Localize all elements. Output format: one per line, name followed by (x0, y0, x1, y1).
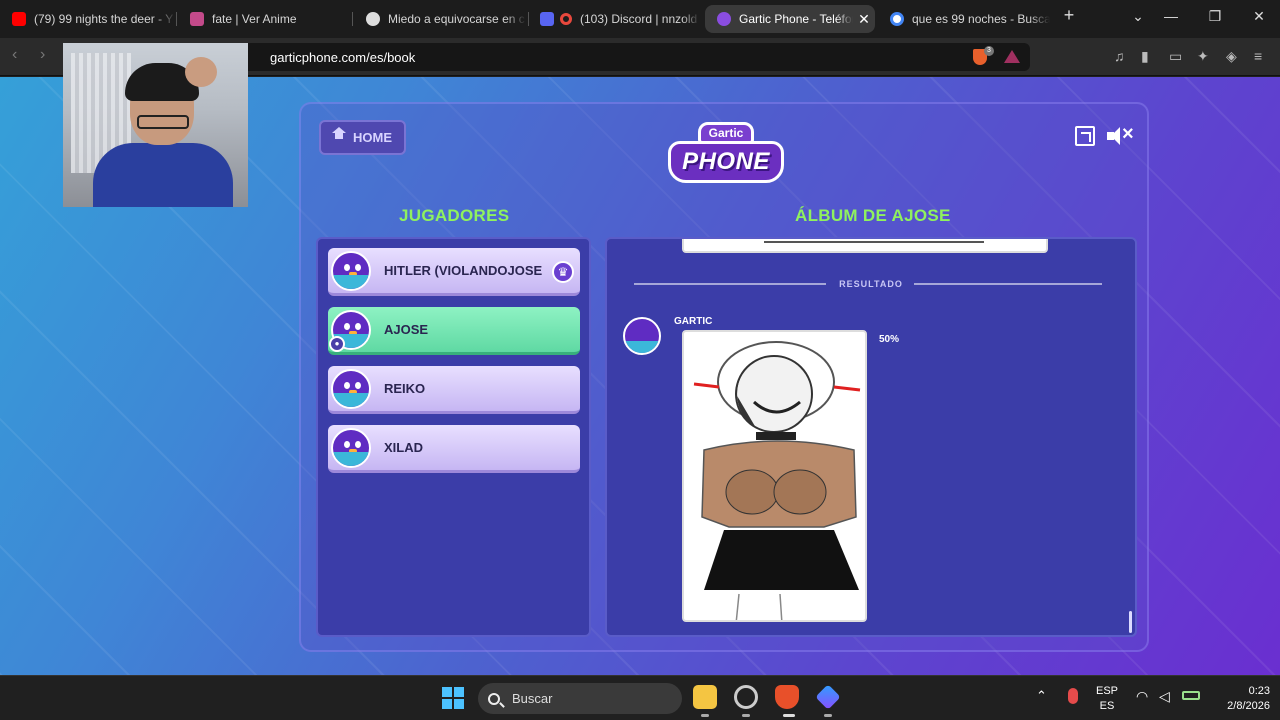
tab-list-chevron-icon[interactable]: ⌄ (1127, 8, 1149, 25)
clock-time: 0:23 (1248, 685, 1270, 697)
players-title: JUGADORES (399, 206, 510, 225)
media-icon[interactable]: ♫ (1114, 48, 1125, 64)
tab-separator (176, 12, 177, 26)
google-icon (890, 12, 904, 26)
file-explorer-icon[interactable] (693, 685, 717, 709)
album-title: ÁLBUM DE AJOSE (795, 206, 951, 225)
microphone-icon[interactable] (1068, 688, 1078, 704)
author-avatar (623, 317, 661, 355)
shields-count-badge: 3 (984, 46, 994, 56)
tab-title: (79) 99 nights the deer - Y (34, 12, 174, 26)
leo-ai-icon[interactable]: ✦ (1197, 48, 1209, 65)
app-indicator (701, 714, 709, 717)
minimize-icon[interactable]: — (1160, 8, 1182, 24)
players-list: HITLER (VIOLANDOJOSE ♛ ● AJOSE REIKO XIL… (316, 237, 591, 637)
top-controls: × (1075, 123, 1135, 146)
sidebar-icon[interactable]: ▮ (1141, 48, 1149, 65)
fullscreen-icon[interactable] (1075, 126, 1095, 146)
player-name: XILAD (384, 440, 423, 455)
player-avatar (331, 250, 371, 291)
vpn-icon[interactable]: ◈ (1226, 48, 1237, 65)
youtube-icon (12, 12, 26, 26)
logo-main-text: PHONE (668, 141, 784, 183)
browser-tab-youtube[interactable]: (79) 99 nights the deer - Y (0, 5, 176, 33)
tab-title: fate | Ver Anime (212, 12, 297, 26)
tab-title: (103) Discord | nnzold (580, 12, 698, 26)
brave-browser-icon[interactable] (775, 685, 799, 709)
close-tab-icon[interactable]: ✕ (853, 11, 875, 28)
crown-icon: ♛ (552, 261, 574, 283)
language-bottom: ES (1099, 700, 1115, 712)
recording-icon (560, 13, 572, 25)
browser-tab-strip: (79) 99 nights the deer - Y fate | Ver A… (0, 0, 1280, 38)
brave-rewards-icon[interactable] (1004, 50, 1020, 63)
player-name: HITLER (VIOLANDOJOSE (384, 263, 543, 278)
phone-icon (717, 12, 731, 26)
address-bar[interactable]: garticphone.com/es/book 3 (240, 43, 1030, 71)
game-panel: HOME Gartic PHONE × JUGADORES ÁLBUM DE A… (299, 102, 1149, 652)
browser-tab-google[interactable]: que es 99 noches - Buscar (878, 5, 1050, 33)
divider-right (914, 283, 1102, 285)
player-item-me[interactable]: ● AJOSE (328, 307, 580, 355)
previous-drawing-card (682, 239, 1048, 253)
home-icon (332, 127, 346, 143)
back-icon[interactable]: ‹ (12, 46, 17, 64)
player-item[interactable]: HITLER (VIOLANDOJOSE ♛ (328, 248, 580, 296)
discord-icon (540, 12, 554, 26)
clock[interactable]: 0:23 2/8/2026 (1212, 685, 1270, 712)
app-indicator (742, 714, 750, 717)
browser-tab-gartic[interactable]: Gartic Phone - Teléfono ✕ (705, 5, 875, 33)
album-panel[interactable]: RESULTADO GARTIC 50% (605, 237, 1137, 637)
windows-taskbar: Buscar ⌃ ESP ES ◠ ◁ 0:23 2/8/2026 (0, 675, 1280, 720)
browser-tab-article[interactable]: Miedo a equivocarse en cl (354, 5, 526, 33)
anime-site-icon (190, 12, 204, 26)
forward-icon[interactable]: › (40, 46, 45, 64)
result-drawing (682, 330, 867, 622)
drawing-image (693, 341, 861, 620)
wifi-icon[interactable]: ◠ (1136, 688, 1148, 705)
tray-chevron-icon[interactable]: ⌃ (1036, 688, 1047, 704)
tab-title: que es 99 noches - Buscar (912, 12, 1050, 26)
album-scrollbar[interactable] (1129, 611, 1132, 633)
home-button[interactable]: HOME (319, 120, 406, 155)
player-name: REIKO (384, 381, 426, 396)
search-icon (488, 692, 500, 705)
search-placeholder: Buscar (512, 691, 553, 706)
clock-date: 2/8/2026 (1227, 700, 1270, 712)
mute-icon[interactable]: × (1107, 123, 1135, 146)
player-avatar (331, 368, 371, 409)
player-item[interactable]: REIKO (328, 366, 580, 414)
player-item[interactable]: XILAD (328, 425, 580, 473)
close-window-icon[interactable]: ✕ (1248, 8, 1270, 25)
player-name: AJOSE (384, 322, 429, 337)
menu-icon[interactable]: ≡ (1254, 48, 1262, 64)
wallet-icon[interactable]: ▭ (1169, 48, 1182, 65)
tab-title: Miedo a equivocarse en cl (388, 12, 526, 26)
volume-icon[interactable]: ◁ (1159, 688, 1170, 705)
gartic-phone-logo: Gartic PHONE (668, 122, 784, 190)
tab-title: Gartic Phone - Teléfono (739, 12, 853, 26)
url-text: garticphone.com/es/book (270, 50, 416, 65)
language-top: ESP (1096, 685, 1119, 697)
result-percent: 50% (879, 334, 900, 345)
browser-tab-discord[interactable]: (103) Discord | nnzold (528, 5, 700, 33)
app-indicator (824, 714, 832, 717)
restore-icon[interactable]: ❐ (1204, 8, 1226, 25)
steam-icon[interactable] (734, 685, 758, 709)
player-avatar (331, 427, 371, 468)
new-tab-button[interactable]: + (1058, 5, 1080, 26)
user-icon: ● (329, 336, 345, 352)
windows-start-icon[interactable] (442, 687, 464, 709)
home-label: HOME (353, 130, 392, 145)
battery-icon[interactable] (1182, 691, 1200, 700)
tab-separator (352, 12, 353, 26)
webcam-overlay (63, 43, 248, 207)
browser-tab-anime[interactable]: fate | Ver Anime (178, 5, 350, 33)
site-icon (366, 12, 380, 26)
language-indicator[interactable]: ESP ES (1096, 685, 1118, 712)
app-indicator-active (783, 714, 795, 717)
launcher-app-icon[interactable] (815, 684, 841, 710)
author-name: GARTIC (674, 316, 713, 327)
taskbar-search[interactable]: Buscar (478, 683, 682, 714)
